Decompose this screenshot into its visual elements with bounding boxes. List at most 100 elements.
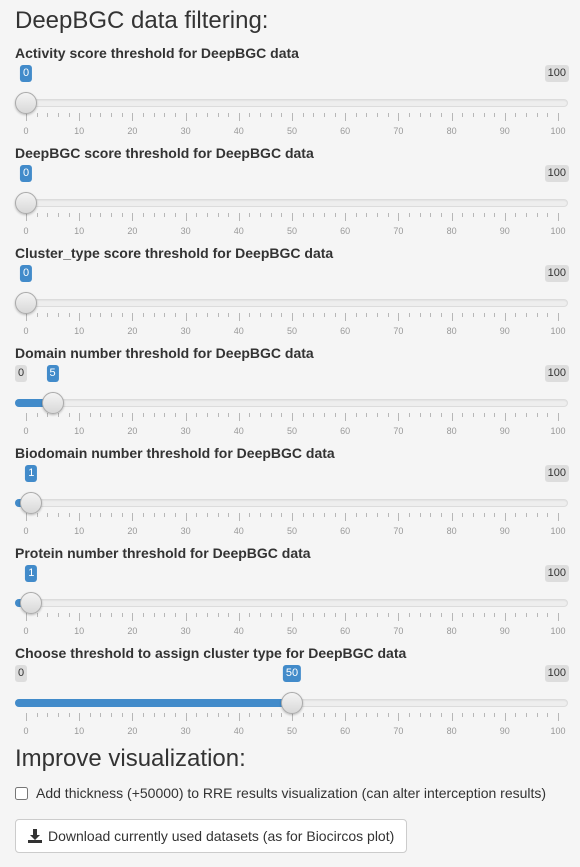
slider-tick xyxy=(164,713,166,717)
slider-value-label: 0 xyxy=(19,65,33,82)
slider-tick xyxy=(238,613,240,621)
slider-tick xyxy=(238,413,240,421)
slider-tick xyxy=(57,113,59,117)
slider-tick xyxy=(174,613,176,617)
slider-tick xyxy=(451,413,453,421)
slider-tick xyxy=(143,613,145,617)
slider-tick xyxy=(387,213,389,217)
slider-tick-label: 40 xyxy=(233,326,244,336)
slider-tick xyxy=(483,113,485,117)
slider-tick xyxy=(89,713,91,717)
slider-max-label: 100 xyxy=(544,165,569,182)
slider-tick xyxy=(334,213,336,217)
slider-tick-label: 20 xyxy=(127,326,138,336)
slider-tick xyxy=(100,513,102,517)
slider-tick xyxy=(334,113,336,117)
slider-tick xyxy=(206,613,208,617)
slider-tick xyxy=(398,613,400,621)
slider-tick xyxy=(515,213,517,217)
slider-tick xyxy=(228,113,230,117)
slider-tick xyxy=(430,513,432,517)
slider-tick xyxy=(558,513,559,521)
slider-track[interactable] xyxy=(15,499,568,507)
slider-tick xyxy=(398,313,400,321)
slider-tick xyxy=(430,613,432,617)
slider-tick xyxy=(121,113,123,117)
rre-thickness-option[interactable]: Add thickness (+50000) to RRE results vi… xyxy=(15,785,546,801)
slider-tick xyxy=(174,113,176,117)
slider-tick xyxy=(451,713,453,721)
slider-tick xyxy=(504,313,506,321)
slider-tick xyxy=(430,313,432,317)
slider-tick xyxy=(377,613,379,617)
slider-tick xyxy=(526,413,528,417)
slider-tick xyxy=(366,413,368,417)
slider-tick-label: 20 xyxy=(127,626,138,636)
slider-tick xyxy=(100,213,102,217)
slider-tick-label: 50 xyxy=(286,626,298,636)
slider-track[interactable] xyxy=(15,99,568,107)
download-datasets-button[interactable]: Download currently used datasets (as for… xyxy=(15,819,408,853)
slider-tick xyxy=(121,613,123,617)
slider-tick xyxy=(153,313,155,317)
slider-tick xyxy=(164,313,166,317)
slider-tick xyxy=(451,613,453,621)
slider-tick xyxy=(494,413,496,417)
rre-thickness-checkbox[interactable] xyxy=(15,786,28,800)
slider-tick xyxy=(174,713,176,717)
slider-tick xyxy=(483,613,485,617)
slider-tick xyxy=(36,113,38,117)
slider-tick xyxy=(143,413,145,417)
slider-max-label: 100 xyxy=(544,65,569,82)
slider-tick-label: 70 xyxy=(393,426,404,436)
slider-tick xyxy=(377,313,379,317)
slider-tick xyxy=(366,613,368,617)
slider-tick xyxy=(472,213,474,217)
slider-tick xyxy=(228,613,230,617)
slider-tick xyxy=(206,413,208,417)
slider-tick xyxy=(196,413,198,417)
slider-track[interactable] xyxy=(15,199,568,207)
slider-handle[interactable] xyxy=(20,592,43,614)
slider-tick-label: 50 xyxy=(286,126,298,136)
slider-tick xyxy=(26,613,27,621)
slider-tick xyxy=(292,713,293,721)
slider-tick xyxy=(196,713,198,717)
slider-tick xyxy=(409,313,411,317)
slider-tick xyxy=(409,713,411,717)
slider-tick-label: 100 xyxy=(550,326,566,336)
slider-track[interactable] xyxy=(15,599,568,607)
slider-handle[interactable] xyxy=(41,392,64,414)
slider-tick xyxy=(558,313,559,321)
slider-track[interactable] xyxy=(15,299,568,307)
slider-tick-label: 90 xyxy=(499,326,510,336)
slider-tick xyxy=(345,413,347,421)
slider-tick xyxy=(228,713,230,717)
slider-tick xyxy=(472,613,474,617)
slider-tick xyxy=(440,113,442,117)
slider-handle[interactable] xyxy=(15,92,37,114)
slider-tick-label: 100 xyxy=(550,526,566,536)
slider-handle[interactable] xyxy=(15,192,37,214)
slider-handle[interactable] xyxy=(281,692,303,714)
slider-max-label: 100 xyxy=(544,665,569,682)
slider-tick xyxy=(302,613,304,617)
slider-tick xyxy=(121,713,123,717)
slider-tick xyxy=(323,513,325,517)
slider-tick xyxy=(292,513,293,521)
slider-tick xyxy=(536,513,538,517)
slider-track[interactable] xyxy=(15,399,568,407)
slider-tick xyxy=(111,313,113,317)
slider-tick xyxy=(398,113,400,121)
slider-tick xyxy=(334,413,336,417)
slider-tick xyxy=(547,213,549,217)
slider-handle[interactable] xyxy=(20,492,43,514)
slider-tick xyxy=(451,313,453,321)
slider-tick-label: 30 xyxy=(180,426,191,436)
slider-tick xyxy=(387,413,389,417)
slider-handle[interactable] xyxy=(15,292,37,314)
slider-tick xyxy=(430,113,432,117)
slider-tick-label: 10 xyxy=(74,126,85,136)
slider-min-label: 0 xyxy=(15,665,28,682)
slider-tick-label: 20 xyxy=(127,726,138,736)
